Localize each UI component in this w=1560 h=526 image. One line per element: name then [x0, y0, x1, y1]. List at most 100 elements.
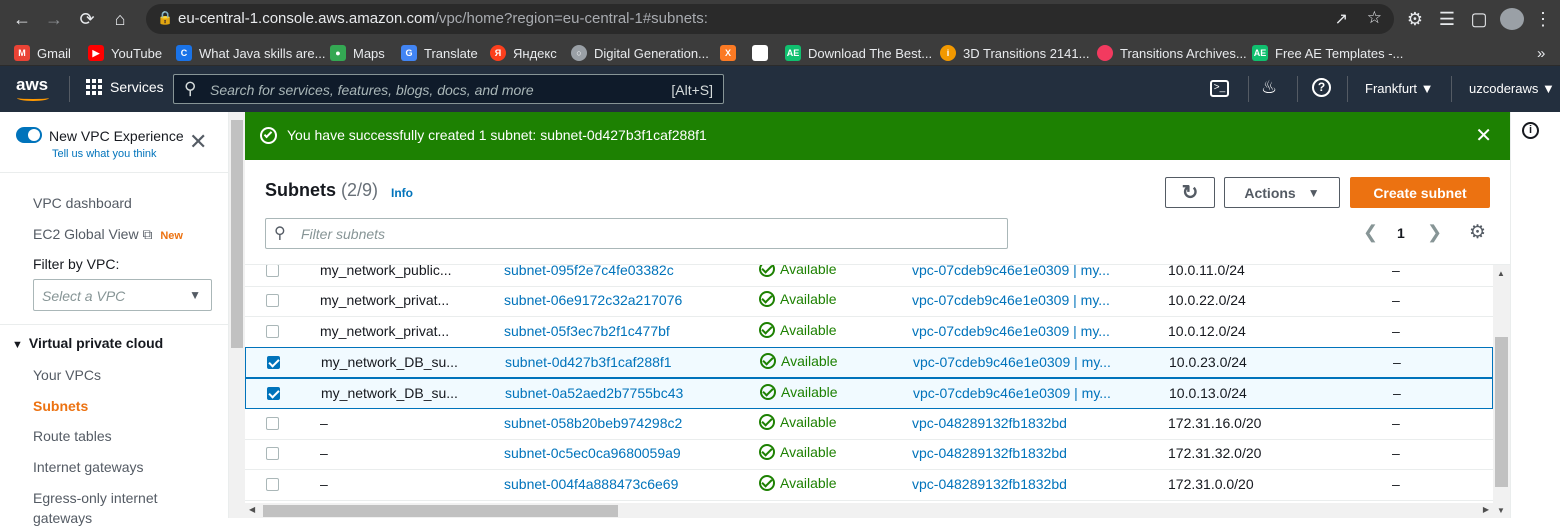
- scroll-up-icon[interactable]: ▲: [1497, 269, 1505, 278]
- table-vertical-scrollbar[interactable]: ▲ ▼: [1493, 265, 1510, 518]
- row-checkbox[interactable]: [266, 478, 279, 491]
- subnet-id-link[interactable]: subnet-095f2e7c4fe03382c: [504, 265, 674, 278]
- scroll-down-icon[interactable]: ▼: [1497, 506, 1505, 515]
- subnet-id-link[interactable]: subnet-06e9172c32a217076: [504, 292, 682, 308]
- section-virtual-private-cloud[interactable]: ▼ Virtual private cloud: [12, 335, 163, 351]
- sidebar-scrollbar[interactable]: [229, 112, 245, 518]
- scroll-thumb[interactable]: [1495, 337, 1508, 487]
- vpc-link[interactable]: vpc-07cdeb9c46e1e0309 | my...: [912, 292, 1110, 308]
- sidebar-item-subnets[interactable]: Subnets: [33, 398, 88, 414]
- profile-avatar[interactable]: [1500, 8, 1524, 30]
- vpc-link[interactable]: vpc-07cdeb9c46e1e0309 | my...: [912, 323, 1110, 339]
- bookmark-youtube[interactable]: ▶ YouTube: [88, 43, 162, 63]
- scroll-left-icon[interactable]: ◀: [249, 505, 255, 514]
- extensions-icon[interactable]: ⚙: [1402, 6, 1428, 32]
- sidebar-item-route-tables[interactable]: Route tables: [33, 428, 112, 444]
- close-icon[interactable]: ✕: [189, 131, 207, 153]
- row-checkbox[interactable]: [266, 447, 279, 460]
- row-checkbox[interactable]: [267, 356, 280, 369]
- bookmark-java-skills[interactable]: C What Java skills are...: [176, 43, 325, 63]
- bookmark-yandex[interactable]: Я Яндекс: [490, 43, 557, 63]
- vpc-link[interactable]: vpc-07cdeb9c46e1e0309 | my...: [913, 385, 1111, 401]
- share-icon[interactable]: ↗: [1335, 9, 1348, 29]
- subnet-id-link[interactable]: subnet-004f4a888473c6e69: [504, 476, 678, 492]
- current-page[interactable]: 1: [1397, 225, 1405, 241]
- bookmark-translate[interactable]: G Translate: [401, 43, 478, 63]
- table-row[interactable]: my_network_DB_su... subnet-0d427b3f1caf28…: [245, 347, 1493, 378]
- subnet-id-link[interactable]: subnet-0d427b3f1caf288f1: [505, 354, 672, 370]
- bookmark-transitions-archives[interactable]: Transitions Archives...: [1097, 43, 1247, 63]
- table-row[interactable]: – subnet-004f4a888473c6e69 Available vpc-04…: [245, 470, 1493, 501]
- services-menu[interactable]: Services: [86, 79, 164, 95]
- vpc-link[interactable]: vpc-048289132fb1832bd: [912, 415, 1067, 431]
- bookmark-maps[interactable]: ● Maps: [330, 43, 385, 63]
- sidebar-item-your-vpcs[interactable]: Your VPCs: [33, 367, 101, 383]
- bookmark-blank[interactable]: [752, 43, 775, 63]
- side-panel-icon[interactable]: ▢: [1466, 6, 1492, 32]
- scroll-right-icon[interactable]: ▶: [1483, 505, 1489, 514]
- actions-button[interactable]: Actions ▼: [1224, 177, 1340, 208]
- bookmark-digital-generation[interactable]: ○ Digital Generation...: [571, 43, 709, 63]
- vpc-link[interactable]: vpc-07cdeb9c46e1e0309 | my...: [912, 265, 1110, 278]
- subnet-id-link[interactable]: subnet-05f3ec7b2f1c477bf: [504, 323, 670, 339]
- sidebar-item-egress-only-gateways[interactable]: Egress-only internet: [33, 490, 158, 506]
- refresh-button[interactable]: ↻: [1165, 177, 1215, 208]
- bookmark-free-ae[interactable]: AE Free AE Templates -...: [1252, 43, 1403, 63]
- info-link[interactable]: Info: [391, 186, 413, 200]
- bookmark-download-best[interactable]: AE Download The Best...: [785, 43, 932, 63]
- table-row[interactable]: – subnet-0c5ec0ca9680059a9 Available vpc-04…: [245, 439, 1493, 470]
- address-bar[interactable]: 🔒 eu-central-1.console.aws.amazon.com/vp…: [146, 4, 1394, 34]
- subnet-id-link[interactable]: subnet-058b20beb974298c2: [504, 415, 682, 431]
- subnet-id-link[interactable]: subnet-0c5ec0ca9680059a9: [504, 445, 681, 461]
- table-horizontal-scrollbar[interactable]: ◀ ▶: [245, 503, 1493, 518]
- vpc-link[interactable]: vpc-048289132fb1832bd: [912, 476, 1067, 492]
- forward-icon[interactable]: →: [41, 6, 67, 32]
- bookmark-gmail[interactable]: M Gmail: [14, 43, 71, 63]
- lock-icon[interactable]: 🔒: [157, 10, 173, 26]
- new-vpc-toggle[interactable]: [16, 127, 42, 143]
- back-icon[interactable]: ←: [9, 6, 35, 32]
- filter-subnets-input[interactable]: ⚲ Filter subnets: [265, 218, 1008, 249]
- row-checkbox[interactable]: [266, 417, 279, 430]
- sidebar-item-internet-gateways[interactable]: Internet gateways: [33, 459, 144, 475]
- search-input[interactable]: ⚲ Search for services, features, blogs, …: [173, 74, 724, 104]
- vpc-link[interactable]: vpc-07cdeb9c46e1e0309 | my...: [913, 354, 1111, 370]
- menu-kebab-icon[interactable]: ⋮: [1530, 6, 1556, 32]
- close-icon[interactable]: ✕: [1475, 123, 1492, 148]
- aws-logo[interactable]: aws: [16, 75, 48, 95]
- bookmark-star-icon[interactable]: ☆: [1367, 8, 1382, 28]
- feedback-link[interactable]: Tell us what you think: [52, 148, 157, 160]
- table-row[interactable]: my_network_DB_su... subnet-0a52aed2b7755b…: [245, 378, 1493, 409]
- help-icon[interactable]: ?: [1312, 78, 1331, 97]
- table-row[interactable]: my_network_privat... subnet-05f3ec7b2f1c4…: [245, 317, 1493, 348]
- row-checkbox[interactable]: [266, 294, 279, 307]
- bookmark-3d-transitions[interactable]: i 3D Transitions 2141...: [940, 43, 1089, 63]
- next-page-icon[interactable]: ❯: [1427, 222, 1442, 243]
- table-row[interactable]: my_network_privat... subnet-06e9172c32a21…: [245, 286, 1493, 317]
- scroll-thumb[interactable]: [231, 120, 243, 348]
- reload-icon[interactable]: ⟳: [74, 6, 100, 32]
- table-row[interactable]: my_network_public... subnet-095f2e7c4fe03…: [245, 265, 1493, 287]
- scroll-thumb[interactable]: [263, 505, 618, 517]
- region-selector[interactable]: Frankfurt ▼: [1365, 81, 1434, 96]
- sidebar-item-egress-only-gateways-cont[interactable]: gateways: [33, 510, 92, 526]
- row-checkbox[interactable]: [267, 387, 280, 400]
- row-checkbox[interactable]: [266, 265, 279, 277]
- create-subnet-button[interactable]: Create subnet: [1350, 177, 1490, 208]
- sidebar-item-vpc-dashboard[interactable]: VPC dashboard: [33, 195, 132, 211]
- subnet-id-link[interactable]: subnet-0a52aed2b7755bc43: [505, 385, 683, 401]
- prev-page-icon[interactable]: ❮: [1363, 222, 1378, 243]
- vpc-select[interactable]: Select a VPC ▼: [33, 279, 212, 311]
- gear-icon[interactable]: ⚙: [1469, 221, 1486, 244]
- home-icon[interactable]: ⌂: [107, 6, 133, 32]
- notifications-bell-icon[interactable]: ♨: [1261, 77, 1277, 98]
- media-control-icon[interactable]: ☰: [1434, 6, 1460, 32]
- account-menu[interactable]: uzcoderaws ▼: [1469, 81, 1555, 96]
- cloudshell-icon[interactable]: >_: [1210, 80, 1229, 97]
- bookmark-xampp[interactable]: X: [720, 43, 743, 63]
- table-row[interactable]: – subnet-058b20beb974298c2 Available vpc-04…: [245, 409, 1493, 440]
- info-panel-icon[interactable]: i: [1522, 122, 1539, 139]
- sidebar-item-ec2-global-view[interactable]: EC2 Global View ⧉ New: [33, 226, 183, 243]
- row-checkbox[interactable]: [266, 325, 279, 338]
- more-bookmarks-icon[interactable]: »: [1537, 43, 1545, 63]
